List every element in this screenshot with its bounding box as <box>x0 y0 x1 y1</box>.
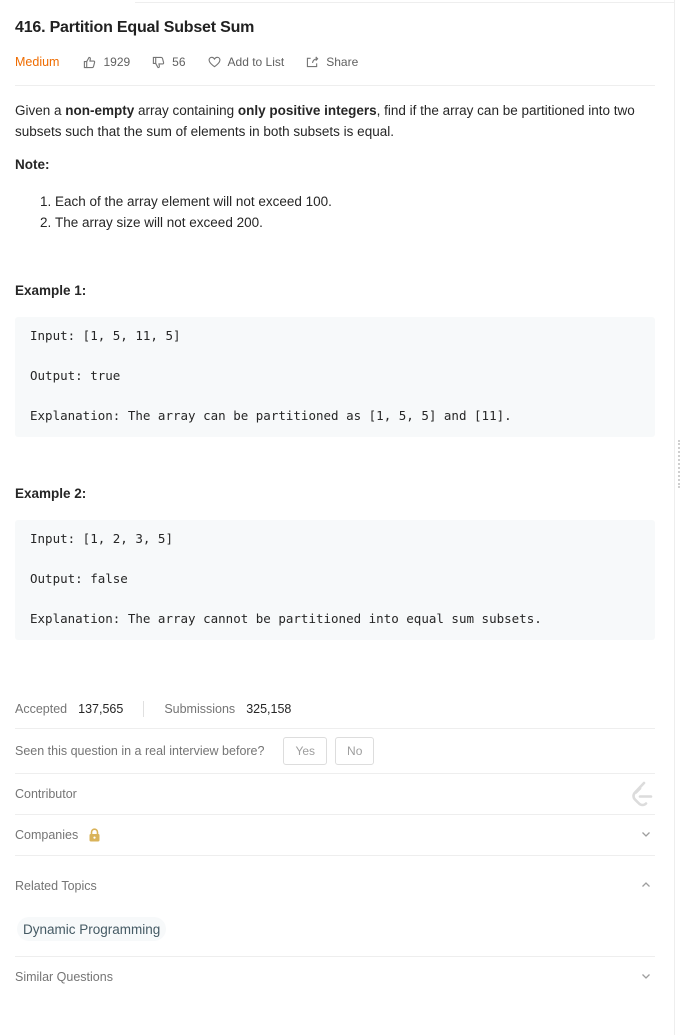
add-to-list-label: Add to List <box>227 55 285 69</box>
problem-title: 416. Partition Equal Subset Sum <box>15 19 255 36</box>
thumbs-down-icon <box>153 56 165 68</box>
note-list: Each of the array element will not excee… <box>15 191 655 233</box>
no-button[interactable]: No <box>335 737 375 765</box>
related-topics-label: Related Topics <box>15 879 97 893</box>
example-explanation: Explanation: The array cannot be partiti… <box>30 611 542 626</box>
companies-row[interactable]: Companies <box>15 825 655 845</box>
share-button[interactable]: Share <box>306 55 358 69</box>
chevron-down-icon[interactable] <box>640 828 652 840</box>
share-label: Share <box>326 55 359 69</box>
chevron-up-icon[interactable] <box>640 879 652 891</box>
dislike-count: 56 <box>172 55 186 69</box>
divider <box>15 956 655 957</box>
divider <box>15 855 655 856</box>
accepted-label: Accepted <box>15 702 68 716</box>
note-item: Each of the array element will not excee… <box>55 191 655 212</box>
example-input: Input: [1, 5, 11, 5] <box>30 328 181 343</box>
leetcode-logo-icon[interactable] <box>629 780 655 808</box>
submission-stats: Accepted 137,565 Submissions 325,158 <box>15 700 291 718</box>
lock-icon <box>89 828 100 842</box>
problem-meta-row: Medium 1929 56 Add to List Share <box>15 53 655 71</box>
difficulty-label: Medium <box>15 55 60 69</box>
panel-resize-handle[interactable] <box>678 440 686 488</box>
accepted-value: 137,565 <box>78 702 124 716</box>
similar-questions-row[interactable]: Similar Questions <box>15 967 655 987</box>
example-input: Input: [1, 2, 3, 5] <box>30 531 173 546</box>
thumbs-up-icon <box>84 56 96 68</box>
interview-question-row: Seen this question in a real interview b… <box>15 736 655 766</box>
example-1-heading: Example 1: <box>15 283 87 298</box>
yes-button[interactable]: Yes <box>283 737 328 765</box>
example-explanation: Explanation: The array can be partitione… <box>30 408 512 423</box>
example-output: Output: true <box>30 368 121 383</box>
contributor-label: Contributor <box>15 787 77 801</box>
example-1-code: Input: [1, 5, 11, 5] Output: true Explan… <box>15 317 655 437</box>
example-2-code: Input: [1, 2, 3, 5] Output: false Explan… <box>15 520 655 640</box>
similar-questions-label: Similar Questions <box>15 970 113 984</box>
divider <box>15 814 655 815</box>
meta-divider <box>15 85 655 86</box>
share-icon <box>307 56 319 68</box>
heart-icon <box>208 56 220 68</box>
contributor-row: Contributor <box>15 781 655 807</box>
example-output: Output: false <box>30 571 128 586</box>
submissions-label: Submissions <box>164 702 236 716</box>
add-to-list-button[interactable]: Add to List <box>208 55 285 69</box>
problem-description: Given a non-empty array containing only … <box>15 103 635 139</box>
divider <box>15 728 655 729</box>
interview-question: Seen this question in a real interview b… <box>15 744 265 758</box>
stats-divider <box>143 701 145 717</box>
submissions-value: 325,158 <box>246 702 292 716</box>
related-topics-row[interactable]: Related Topics <box>15 876 655 896</box>
note-item: The array size will not exceed 200. <box>55 212 655 233</box>
like-count: 1929 <box>103 55 131 69</box>
description-panel: 416. Partition Equal Subset Sum Medium 1… <box>0 0 675 1035</box>
topic-tag-dynamic-programming[interactable]: Dynamic Programming <box>17 917 167 941</box>
chevron-down-icon[interactable] <box>640 970 652 982</box>
tab-bar-divider <box>135 0 675 3</box>
example-2-heading: Example 2: <box>15 486 87 501</box>
like-button[interactable]: 1929 <box>83 55 130 69</box>
dislike-button[interactable]: 56 <box>152 55 186 69</box>
companies-label: Companies <box>15 828 79 842</box>
divider <box>15 773 655 774</box>
note-heading: Note: <box>15 157 50 172</box>
